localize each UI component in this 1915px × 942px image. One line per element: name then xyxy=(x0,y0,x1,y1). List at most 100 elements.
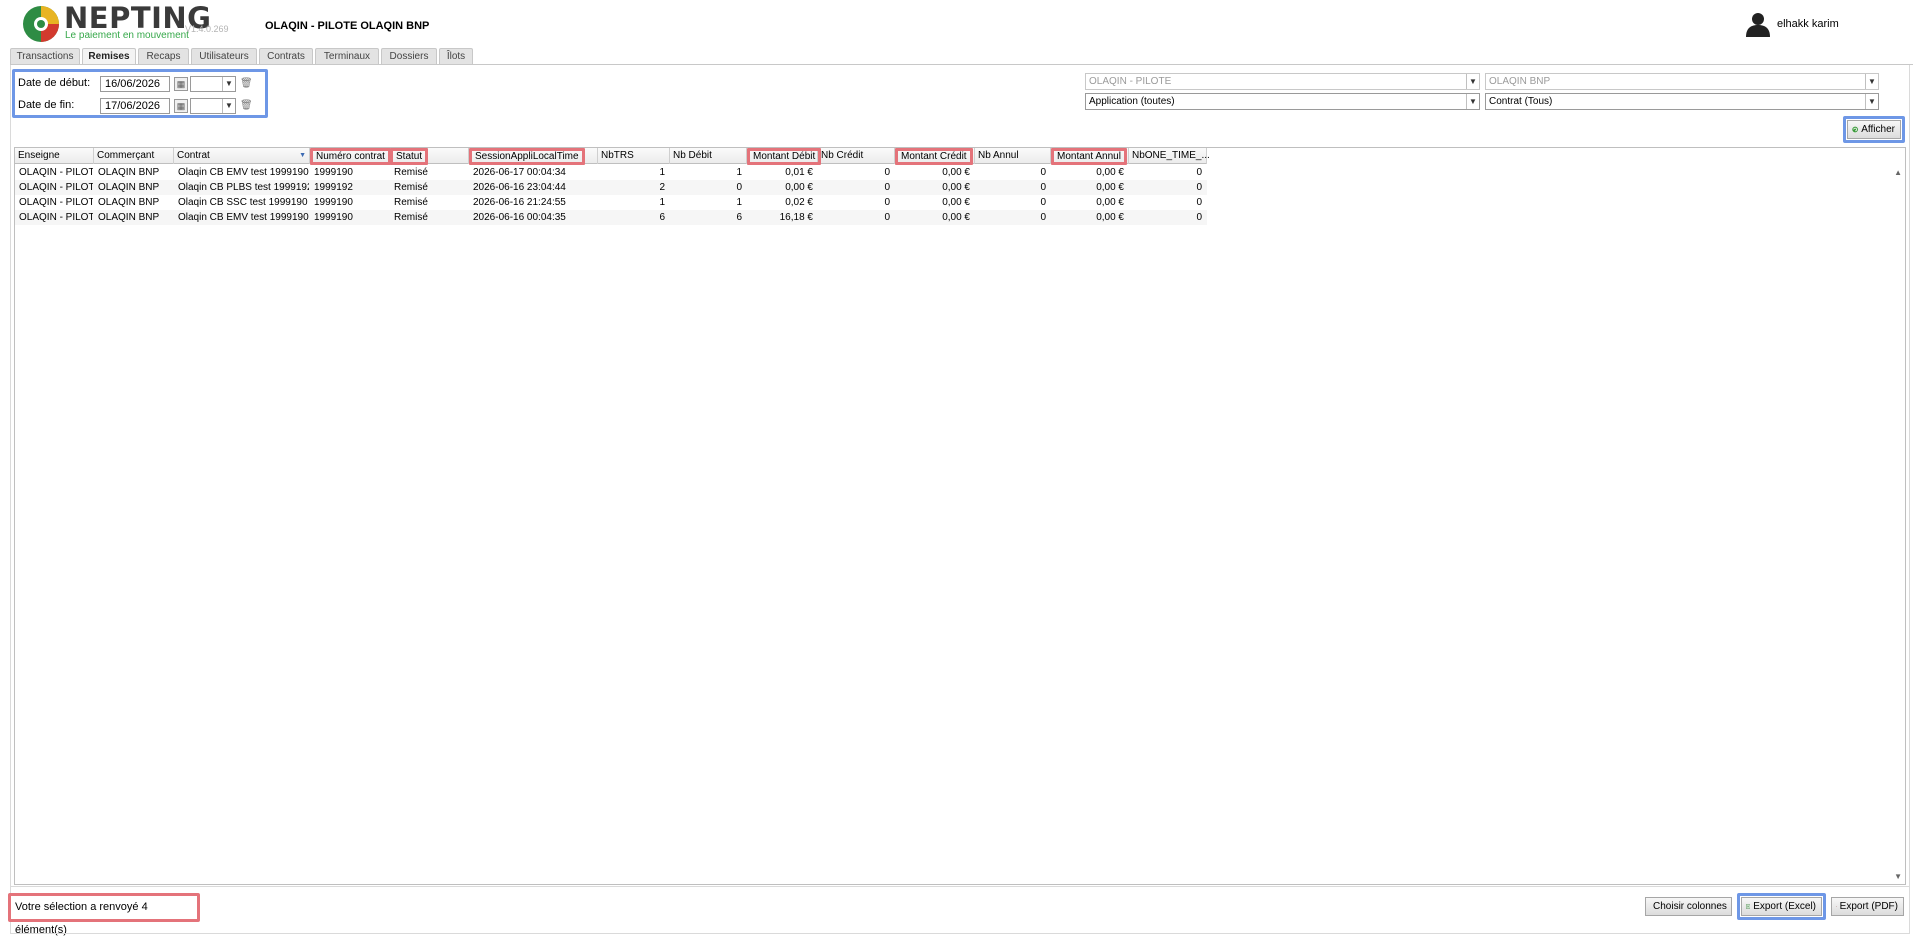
end-date-input[interactable]: 17/06/2026 xyxy=(100,98,170,114)
scroll-up-icon[interactable]: ▲ xyxy=(1894,168,1902,177)
commercant-select[interactable]: OLAQIN BNP ▼ xyxy=(1485,73,1879,90)
choose-columns-button[interactable]: Choisir colonnes xyxy=(1645,897,1732,916)
column-header-montant-debit[interactable]: Montant Débit xyxy=(747,148,818,164)
cell-montant-credit: 0,00 € xyxy=(895,180,975,195)
refresh-icon xyxy=(1852,124,1858,135)
cell-nb-annul: 0 xyxy=(975,165,1051,180)
nepting-logo-icon xyxy=(22,5,60,43)
table-row[interactable]: OLAQIN - PILOTEOLAQIN BNPOlaqin CB PLBS … xyxy=(15,180,1207,195)
cell-numero-contrat: 1999192 xyxy=(310,180,390,195)
afficher-button-label: Afficher xyxy=(1861,121,1895,138)
chevron-down-icon: ▼ xyxy=(1466,94,1479,109)
chevron-down-icon: ▼ xyxy=(1466,74,1479,89)
sort-desc-icon[interactable]: ▼ xyxy=(299,148,306,163)
excel-icon xyxy=(1746,901,1750,912)
column-header-nb-one-time[interactable]: NbONE_TIME_... xyxy=(1129,148,1207,164)
cell-montant-annul: 0,00 € xyxy=(1051,180,1129,195)
cell-numero-contrat: 1999190 xyxy=(310,195,390,210)
cell-montant-credit: 0,00 € xyxy=(895,210,975,225)
export-excel-highlight: Export (Excel) xyxy=(1737,893,1826,920)
application-select[interactable]: Application (toutes) ▼ xyxy=(1085,93,1480,110)
cell-nb-one-time: 0 xyxy=(1129,165,1207,180)
user-menu[interactable]: elhakk karim xyxy=(1745,11,1839,37)
column-header-numero-contrat[interactable]: Numéro contrat xyxy=(310,148,390,164)
contrat-select[interactable]: Contrat (Tous) ▼ xyxy=(1485,93,1879,110)
start-time-select[interactable]: ▼ xyxy=(190,76,236,92)
cell-nb-one-time: 0 xyxy=(1129,195,1207,210)
column-header-contrat[interactable]: Contrat ▼ xyxy=(174,148,310,164)
cell-commercant: OLAQIN BNP xyxy=(94,180,174,195)
tab-utilisateurs[interactable]: Utilisateurs xyxy=(191,48,257,64)
cell-session-time: 2026-06-17 00:04:34 xyxy=(469,165,598,180)
afficher-button[interactable]: Afficher xyxy=(1847,120,1901,139)
scroll-down-icon[interactable]: ▼ xyxy=(1894,872,1902,881)
chevron-down-icon: ▼ xyxy=(1865,94,1878,109)
tab-recaps[interactable]: Recaps xyxy=(138,48,189,64)
cell-commercant: OLAQIN BNP xyxy=(94,195,174,210)
column-header-session-time[interactable]: SessionAppliLocalTime xyxy=(469,148,598,164)
column-header-nb-debit[interactable]: Nb Débit xyxy=(670,148,747,164)
column-header-label: Nb Annul xyxy=(975,150,1022,161)
column-header-montant-credit[interactable]: Montant Crédit xyxy=(895,148,975,164)
table-row[interactable]: OLAQIN - PILOTEOLAQIN BNPOlaqin CB SSC t… xyxy=(15,195,1207,210)
chevron-down-icon: ▼ xyxy=(1865,74,1878,89)
enseigne-select[interactable]: OLAQIN - PILOTE ▼ xyxy=(1085,73,1480,90)
table-row[interactable]: OLAQIN - PILOTEOLAQIN BNPOlaqin CB EMV t… xyxy=(15,210,1207,225)
cell-nb-debit: 0 xyxy=(670,180,747,195)
enseigne-select-value: OLAQIN - PILOTE xyxy=(1089,76,1171,87)
cell-montant-credit: 0,00 € xyxy=(895,165,975,180)
remises-table: Enseigne Commerçant Contrat ▼ Numéro contrat… xyxy=(14,147,1906,885)
cell-nb-one-time: 0 xyxy=(1129,210,1207,225)
afficher-highlight: Afficher xyxy=(1843,116,1905,143)
column-header-nb-credit[interactable]: Nb Crédit xyxy=(818,148,895,164)
end-date-label: Date de fin: xyxy=(18,99,74,111)
column-header-label: Enseigne xyxy=(15,150,63,161)
tab-terminaux[interactable]: Terminaux xyxy=(315,48,379,64)
column-header-label: Statut xyxy=(390,148,428,165)
cell-nb-credit: 0 xyxy=(818,180,895,195)
column-header-label: Contrat xyxy=(174,150,213,161)
cell-enseigne: OLAQIN - PILOTE xyxy=(15,180,94,195)
end-time-select[interactable]: ▼ xyxy=(190,98,236,114)
column-header-montant-annul[interactable]: Montant Annul xyxy=(1051,148,1129,164)
column-header-nb-trs[interactable]: NbTRS xyxy=(598,148,670,164)
cell-numero-contrat: 1999190 xyxy=(310,165,390,180)
column-header-statut[interactable]: Statut xyxy=(390,148,469,164)
start-date-label: Date de début: xyxy=(18,77,90,89)
column-header-enseigne[interactable]: Enseigne xyxy=(15,148,94,164)
column-header-label: NbTRS xyxy=(598,150,637,161)
column-header-label: Montant Débit xyxy=(747,148,821,165)
cell-nb-one-time: 0 xyxy=(1129,180,1207,195)
cell-montant-annul: 0,00 € xyxy=(1051,165,1129,180)
tab-remises[interactable]: Remises xyxy=(82,48,136,64)
end-calendar-icon[interactable]: ▦ xyxy=(174,99,188,113)
tab-transactions[interactable]: Transactions xyxy=(10,48,80,64)
cell-contrat: Olaqin CB EMV test 1999190 xyxy=(174,210,310,225)
tab-dossiers[interactable]: Dossiers xyxy=(381,48,437,64)
start-clear-icon[interactable]: 🗑 xyxy=(240,77,252,91)
cell-enseigne: OLAQIN - PILOTE xyxy=(15,195,94,210)
page-title: OLAQIN - PILOTE OLAQIN BNP xyxy=(265,20,429,32)
column-header-label: SessionAppliLocalTime xyxy=(469,148,585,165)
export-excel-button[interactable]: Export (Excel) xyxy=(1741,897,1822,916)
choose-columns-label: Choisir colonnes xyxy=(1653,898,1727,915)
column-header-label: Commerçant xyxy=(94,150,157,161)
contrat-select-value: Contrat (Tous) xyxy=(1489,96,1552,107)
cell-enseigne: OLAQIN - PILOTE xyxy=(15,165,94,180)
column-header-nb-annul[interactable]: Nb Annul xyxy=(975,148,1051,164)
column-header-commercant[interactable]: Commerçant xyxy=(94,148,174,164)
cell-numero-contrat: 1999190 xyxy=(310,210,390,225)
end-clear-icon[interactable]: 🗑 xyxy=(240,99,252,113)
tab-contrats[interactable]: Contrats xyxy=(259,48,313,64)
pdf-icon xyxy=(1836,901,1837,912)
column-header-label: Numéro contrat xyxy=(310,148,391,165)
start-date-input[interactable]: 16/06/2026 xyxy=(100,76,170,92)
table-row[interactable]: OLAQIN - PILOTEOLAQIN BNPOlaqin CB EMV t… xyxy=(15,165,1207,180)
column-header-label: Nb Crédit xyxy=(818,150,866,161)
start-calendar-icon[interactable]: ▦ xyxy=(174,77,188,91)
tab-îlots[interactable]: Îlots xyxy=(439,48,473,64)
export-excel-label: Export (Excel) xyxy=(1753,898,1816,915)
user-avatar-icon xyxy=(1745,11,1771,37)
export-pdf-button[interactable]: Export (PDF) xyxy=(1831,897,1904,916)
cell-session-time: 2026-06-16 23:04:44 xyxy=(469,180,598,195)
